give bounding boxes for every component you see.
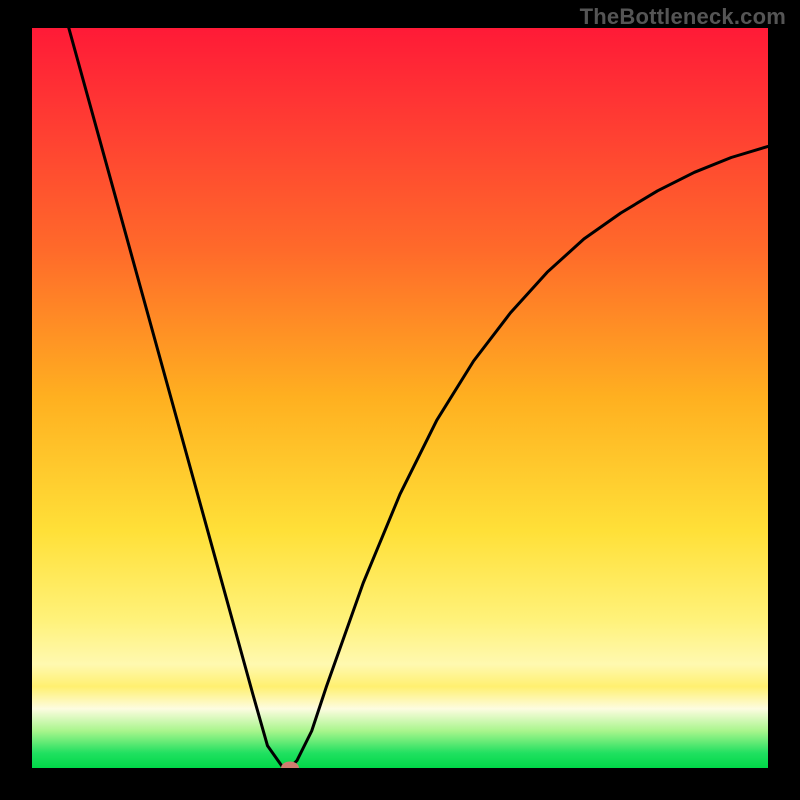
chart-frame: TheBottleneck.com	[0, 0, 800, 800]
watermark-text: TheBottleneck.com	[580, 4, 786, 30]
optimum-marker	[281, 762, 299, 769]
curve-layer	[32, 28, 768, 768]
plot-area	[32, 28, 768, 768]
bottleneck-curve-path	[69, 28, 768, 768]
